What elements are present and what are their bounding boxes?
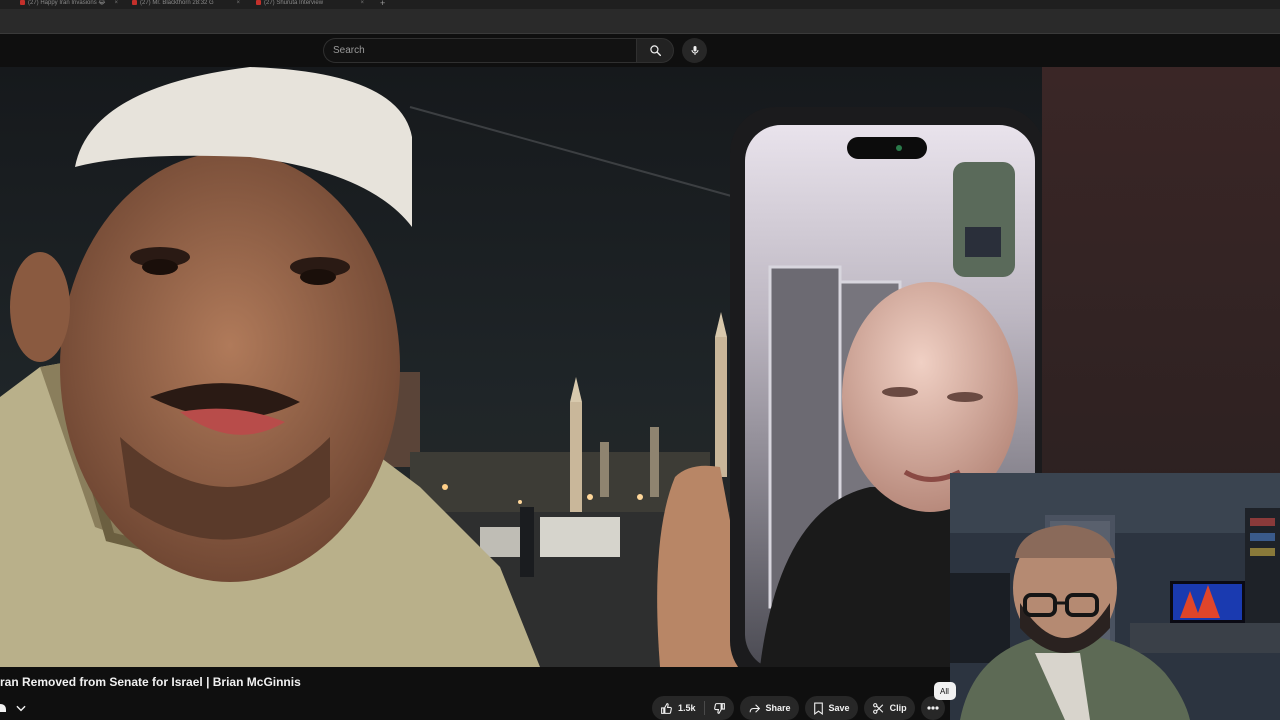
- clip-label: Clip: [889, 703, 907, 713]
- video-title: ran Removed from Senate for Israel | Bri…: [0, 675, 301, 689]
- bell-icon[interactable]: [0, 701, 8, 715]
- chevron-down-icon[interactable]: [14, 701, 28, 715]
- search-icon: [649, 45, 661, 57]
- scissors-icon: [872, 702, 883, 714]
- new-tab-button[interactable]: +: [380, 0, 385, 8]
- video-player[interactable]: [0, 67, 1042, 667]
- share-arrow-icon: [749, 703, 760, 713]
- browser-tab-strip: (27) Happy Iran Invasions 😂 × (27) Mr. B…: [0, 0, 1280, 10]
- dislike-button[interactable]: [705, 696, 734, 720]
- tab-label: (27) Shuruta Interview: [264, 0, 324, 6]
- clip-button[interactable]: Clip: [863, 696, 915, 720]
- bookmark-icon: [813, 702, 823, 715]
- share-button[interactable]: Share: [739, 696, 799, 720]
- tab-label: (27) Happy Iran Invasions 😂: [28, 0, 106, 6]
- filter-chip-all[interactable]: All: [934, 682, 956, 700]
- close-icon[interactable]: ×: [236, 0, 240, 6]
- channel-row: [0, 700, 28, 716]
- search-input[interactable]: [324, 39, 636, 62]
- search-box[interactable]: [323, 38, 636, 63]
- like-count: 1.5k: [678, 703, 696, 713]
- save-label: Save: [828, 703, 850, 713]
- browser-tab[interactable]: (27) Mr. Blackthorn 28:32 G ×: [132, 0, 242, 8]
- browser-toolbar: [0, 10, 1280, 34]
- close-icon[interactable]: ×: [360, 0, 364, 6]
- webcam-overlay: [950, 473, 1280, 720]
- close-icon[interactable]: ×: [114, 0, 118, 6]
- thumbs-down-icon: [713, 702, 725, 714]
- youtube-favicon-icon: [132, 0, 137, 5]
- tab-label: (27) Mr. Blackthorn 28:32 G: [140, 0, 214, 6]
- thumbs-up-icon: [661, 702, 672, 714]
- share-label: Share: [765, 703, 791, 713]
- microphone-icon: [691, 46, 698, 55]
- webcam-image: [950, 473, 1280, 720]
- search-button[interactable]: [636, 38, 674, 63]
- youtube-favicon-icon: [256, 0, 261, 5]
- voice-search-button[interactable]: [682, 38, 707, 63]
- like-dislike-group: 1.5k: [652, 696, 734, 720]
- browser-tab[interactable]: (27) Shuruta Interview ×: [256, 0, 366, 8]
- youtube-favicon-icon: [20, 0, 25, 5]
- browser-tab[interactable]: (27) Happy Iran Invasions 😂 ×: [20, 0, 120, 8]
- video-frame-image: [0, 67, 1042, 667]
- video-actions: 1.5k Share Save Clip: [652, 696, 945, 720]
- more-horizontal-icon: [926, 706, 939, 710]
- save-button[interactable]: Save: [804, 696, 858, 720]
- like-button[interactable]: 1.5k: [652, 696, 704, 720]
